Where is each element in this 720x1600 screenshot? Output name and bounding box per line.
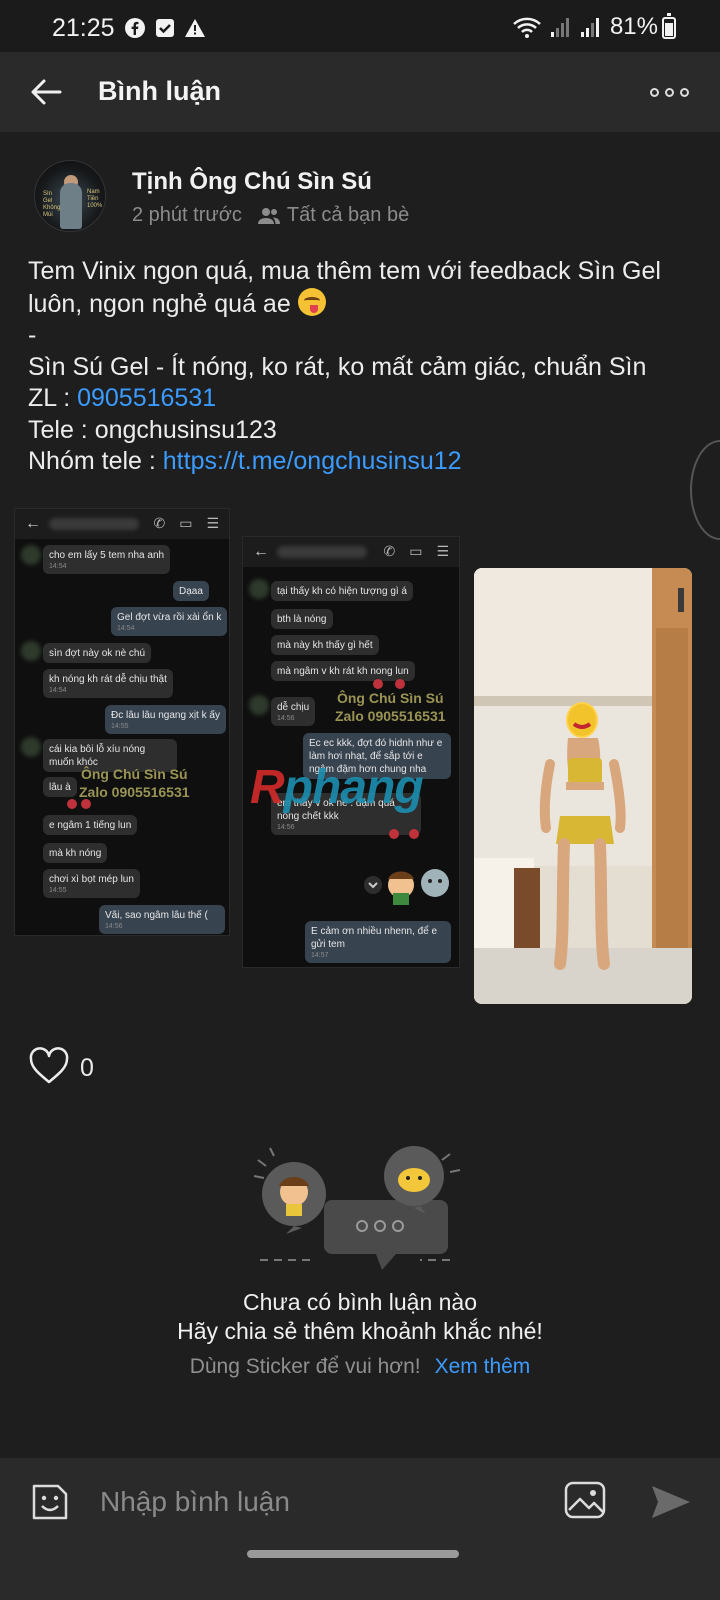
chat-message: Gel đợt vừa rồi xài ổn k 14:54: [111, 607, 228, 636]
more-icon: [650, 87, 659, 97]
signal-icon: [550, 18, 569, 37]
audience-indicator: Tất cả bạn bè: [257, 204, 410, 227]
heart-reaction-icon: [395, 679, 405, 689]
chat-message: tại thấy kh có hiện tượng gì á: [271, 581, 413, 601]
post-text-line: Tele : ongchusinsu123: [28, 415, 277, 444]
chat-message: lâu à: [43, 777, 77, 797]
empty-comments-message: Chưa có bình luận nào Hãy chia sẻ thêm k…: [177, 1289, 543, 1344]
telegram-link[interactable]: https://t.me/ongchusinsu12: [163, 447, 462, 475]
group-label: Nhóm tele :: [28, 447, 163, 475]
empty-comments-illustration: [253, 1146, 461, 1270]
page-title: Bình luận: [98, 76, 221, 106]
heart-reaction-icon: [373, 679, 383, 689]
chat-message: Đc lâu lâu ngang xịt k ấy 14:55: [105, 705, 226, 734]
chat-message: mà kh nóng: [43, 843, 108, 863]
friends-icon: [257, 207, 280, 224]
send-icon[interactable]: [648, 1480, 692, 1524]
battery-icon: [662, 13, 676, 39]
arrow-left-icon: ←: [25, 515, 41, 532]
chat-message: mà này kh thấy gì hết: [271, 635, 379, 655]
video-icon: ▭: [179, 515, 193, 531]
chat-screenshot-2[interactable]: ← ✆ ▭ ☰ tại thấy kh có hiện tượng gì á bth…: [242, 536, 460, 968]
list-icon: ☰: [206, 515, 219, 531]
chat-message: Vãi, sao ngâm lâu thế (14:56: [99, 905, 225, 934]
wifi-icon: [513, 17, 541, 38]
overlay-logo: Rphang: [250, 761, 424, 814]
heart-reaction-icon: [409, 829, 419, 839]
post-meta: 2 phút trước Tất cả bạn bè: [132, 204, 409, 227]
status-time: 21:25: [52, 14, 115, 42]
phone-icon: ✆: [153, 515, 166, 531]
chat-screenshot-1[interactable]: ← ✆ ▭ ☰ cho em lấy 5 tem nha anh 14:54 Dạaa…: [14, 508, 230, 936]
post-time: 2 phút trước: [132, 204, 242, 226]
list-icon: ☰: [436, 543, 449, 559]
arrow-left-icon: ←: [253, 543, 269, 560]
app-header: Bình luận: [0, 52, 720, 132]
video-icon: ▭: [409, 543, 423, 559]
phone-icon: ✆: [383, 543, 396, 559]
home-indicator[interactable]: [247, 1550, 459, 1558]
post-text-line: luôn, ngon nghẻ quá ae: [28, 289, 291, 318]
arrow-left-icon[interactable]: [26, 72, 66, 112]
chat-message: chơi xì bọt mép lun 14:55: [43, 869, 140, 898]
status-bar: 21:25 81%: [0, 0, 720, 52]
chat-message: mà ngâm v kh rát kh nong lun: [271, 661, 415, 681]
sticker-hint: Dùng Sticker để vui hơn! Xem thêm: [189, 1355, 531, 1378]
facebook-icon: [125, 18, 145, 38]
phone-link[interactable]: 0905516531: [77, 384, 216, 412]
chat-message: sìn đợt này ok nè chú: [43, 643, 152, 663]
author-name[interactable]: Tịnh Ông Chú Sìn Sú: [132, 168, 372, 196]
avatar[interactable]: Sìn Gel Không Mùi Nam Tiền 100%: [34, 160, 106, 232]
chat-message: cho em lấy 5 tem nha anh 14:54: [43, 545, 171, 574]
like-count: 0: [80, 1054, 94, 1082]
zalo-label: ZL :: [28, 384, 78, 412]
chat-message: E cảm ơn nhiều nhenn, để e gửi tem 14:57: [305, 921, 451, 963]
post-text-line: Sìn Sú Gel - Ít nóng, ko rát, ko mất cảm…: [28, 352, 647, 381]
status-system-icons: 81%: [512, 13, 658, 41]
chat-message: bth là nóng: [271, 609, 333, 629]
chat-message: kh nóng kh rát dễ chịu thật 14:54: [43, 669, 173, 698]
post-body: Tem Vinix ngon quá, mua thêm tem với fee…: [28, 256, 698, 478]
image-icon[interactable]: [563, 1480, 607, 1520]
watermark: Ông Chú Sìn Sú Zalo 0905516531: [335, 690, 446, 724]
heart-reaction-icon: [389, 829, 399, 839]
status-notification-icons: [124, 17, 206, 39]
signal-icon: [580, 18, 599, 37]
battery-percent: 81%: [609, 13, 658, 40]
sticker-icon[interactable]: [28, 1480, 72, 1524]
post-photo[interactable]: [474, 568, 692, 1004]
comment-composer: [0, 1458, 720, 1600]
sticker-image: [364, 869, 449, 905]
chat-message: dễ chịu 14:56: [271, 697, 316, 726]
warning-icon: [185, 19, 205, 37]
chat-message: e ngâm 1 tiếng lun: [43, 815, 138, 835]
heart-reaction-icon: [67, 799, 77, 809]
see-more-link[interactable]: Xem thêm: [435, 1355, 531, 1378]
check-box-icon: [156, 19, 174, 37]
photo-image: [474, 568, 692, 1004]
post-text-line: -: [28, 321, 37, 349]
chat-message: Dạaa: [173, 581, 209, 601]
post-text-line: Tem Vinix ngon quá, mua thêm tem với fee…: [28, 257, 661, 285]
watermark: Ông Chú Sìn Sú Zalo 0905516531: [79, 766, 190, 800]
yum-emoji-icon: [297, 287, 326, 316]
heart-icon[interactable]: [28, 1046, 70, 1086]
audience-label: Tất cả bạn bè: [286, 204, 410, 226]
comment-input[interactable]: [100, 1478, 520, 1526]
more-options-button[interactable]: [650, 82, 690, 102]
